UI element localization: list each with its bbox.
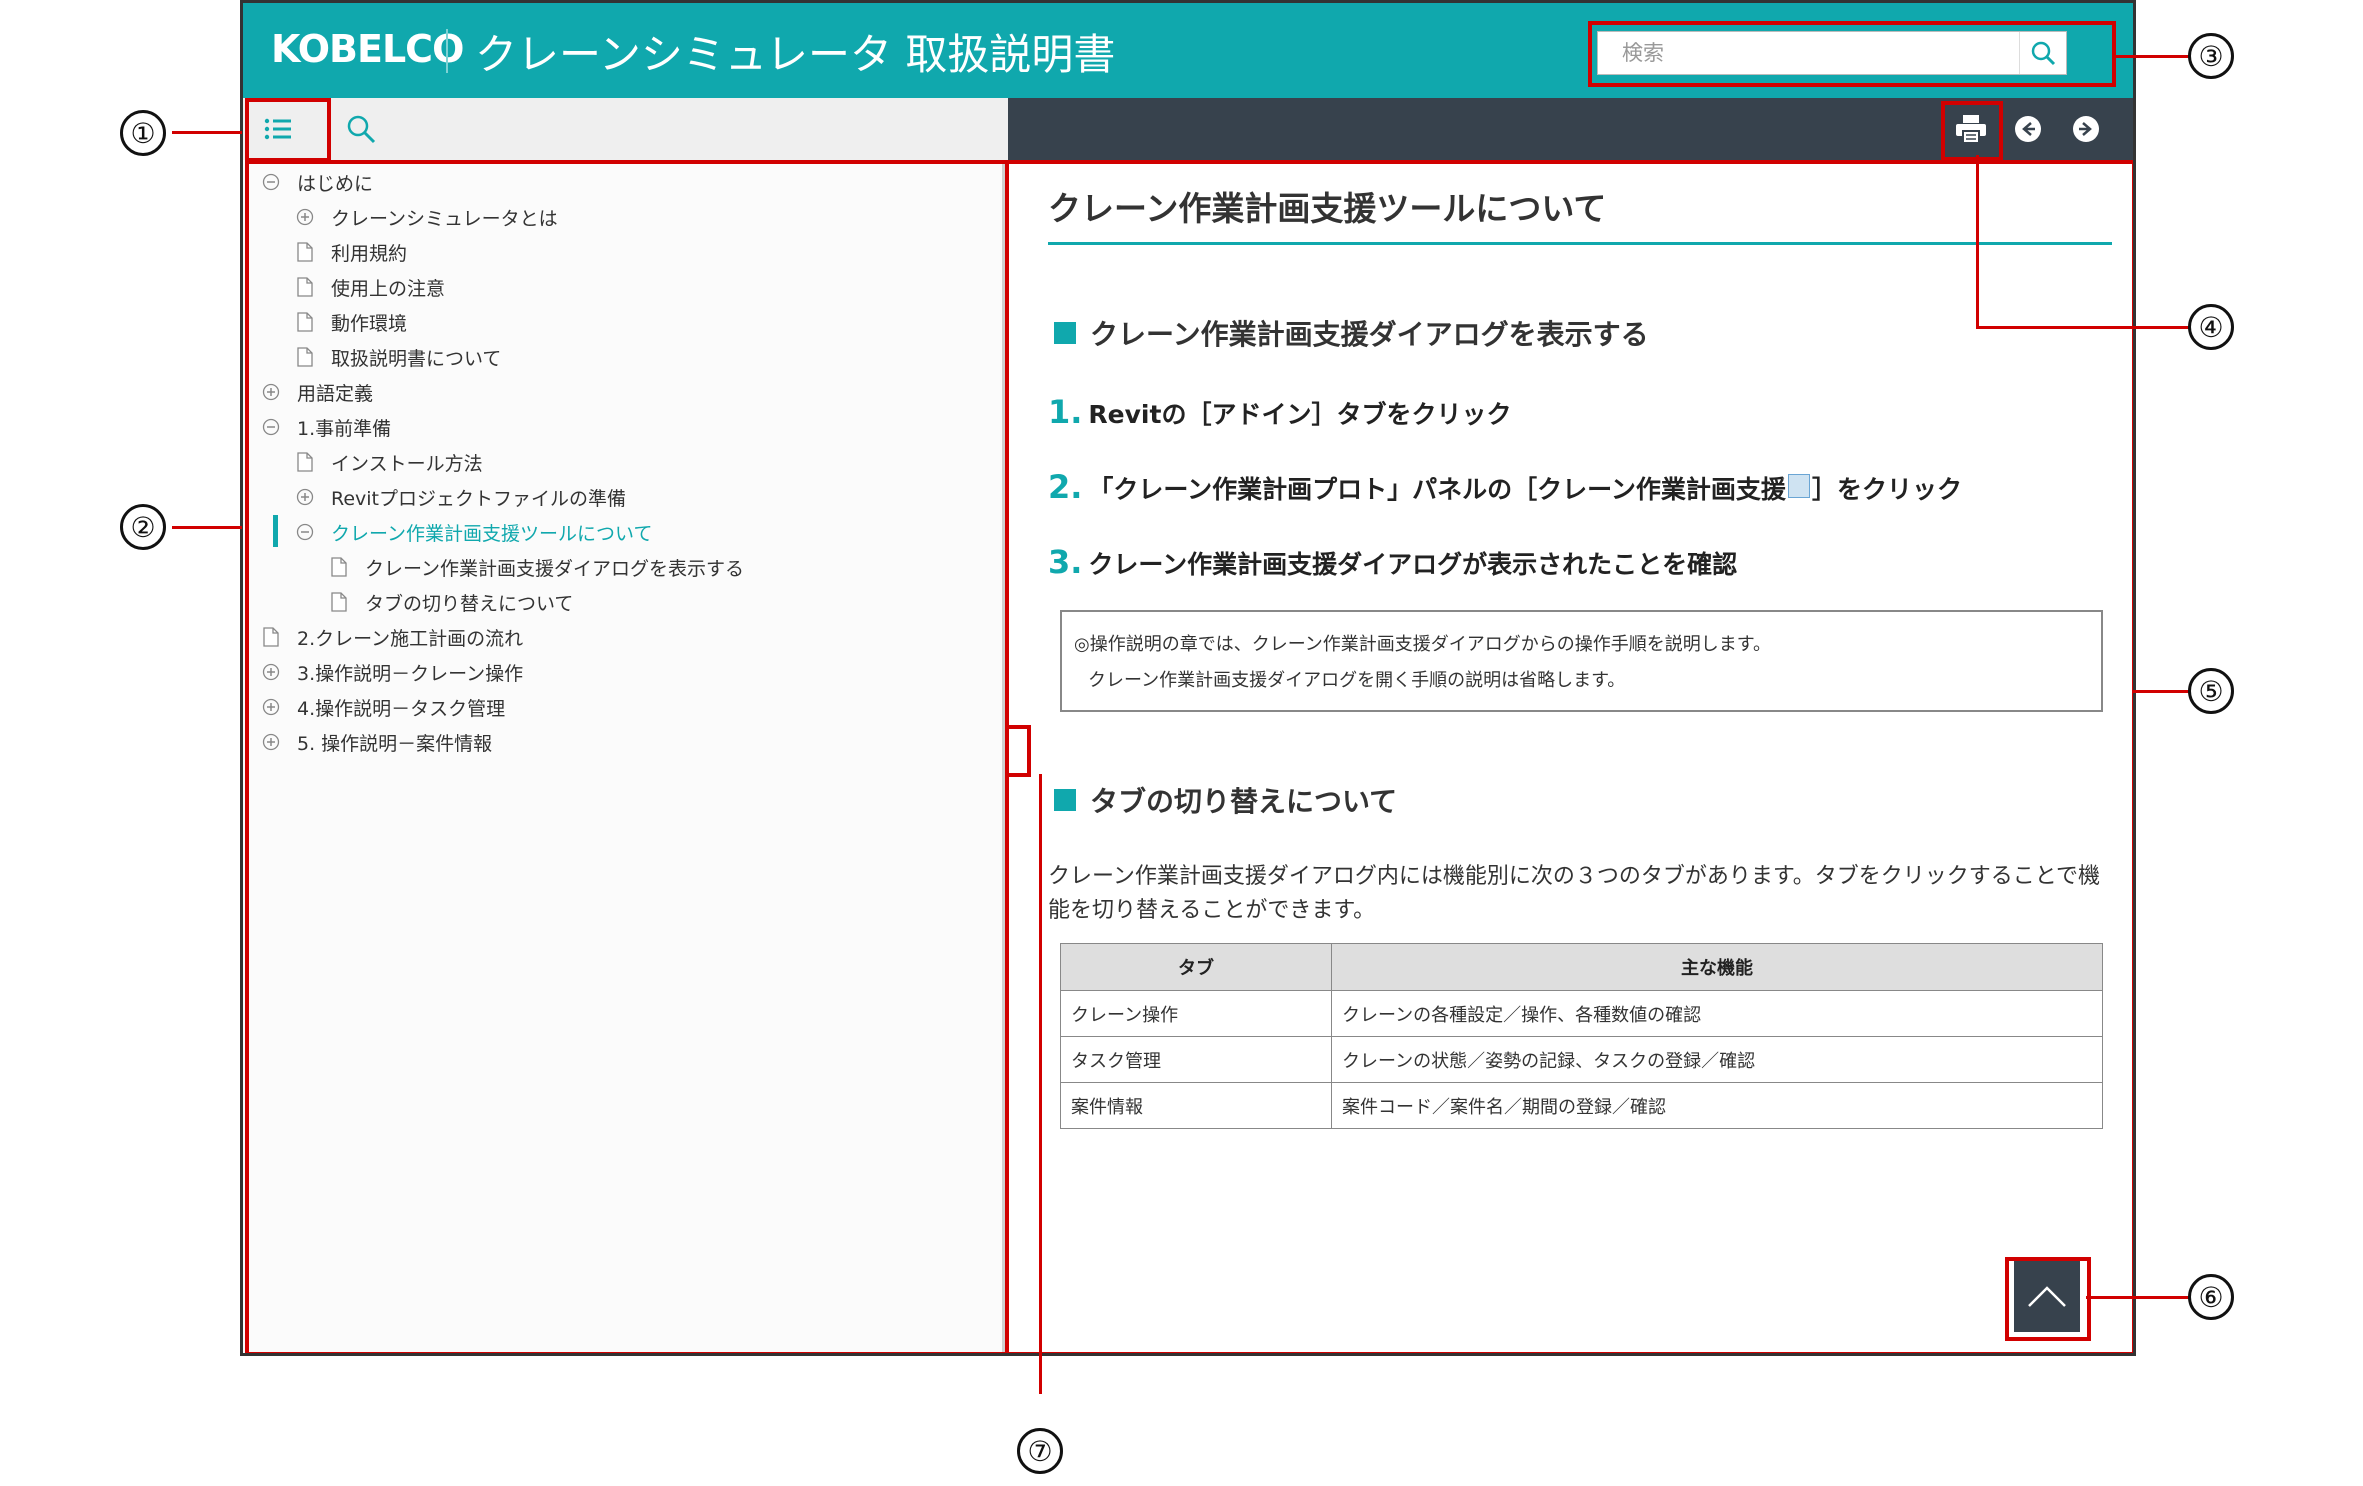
- highlight-back-to-top: [2005, 1257, 2091, 1341]
- highlight-content: [1005, 160, 2133, 1353]
- callout-marker-6: ⑥: [2188, 1274, 2234, 1320]
- search-tab-button[interactable]: [338, 106, 384, 152]
- callout-marker-1: ①: [120, 110, 166, 156]
- arrow-right-circle-icon: [2073, 116, 2099, 142]
- highlight-print: [1941, 101, 2003, 161]
- header-separator: [446, 29, 448, 73]
- highlight-toc-tab: [245, 98, 331, 162]
- highlight-collapse-handle: [1005, 725, 1031, 777]
- arrow-left-circle-icon: [2015, 116, 2041, 142]
- highlight-sidebar: [245, 160, 1009, 1353]
- help-viewer-window: KOBELCO クレーンシミュレータ 取扱説明書 検索 はじめに クレーンシミュ…: [240, 0, 2136, 1356]
- kobelco-logo: KOBELCO: [271, 27, 464, 71]
- callout-marker-2: ②: [120, 504, 166, 550]
- callout-line-2: [172, 526, 242, 529]
- callout-line-5: [2133, 690, 2191, 693]
- callout-line-1: [172, 131, 242, 134]
- callout-marker-5: ⑤: [2188, 668, 2234, 714]
- callout-line-3: [2113, 55, 2191, 58]
- callout-marker-3: ③: [2188, 33, 2234, 79]
- previous-page-button[interactable]: [2010, 111, 2046, 147]
- next-page-button[interactable]: [2068, 111, 2104, 147]
- callout-line-6: [2086, 1296, 2191, 1299]
- callout-marker-4: ④: [2188, 304, 2234, 350]
- sidebar-toolbar: [243, 98, 1008, 160]
- callout-vline-7: [1039, 774, 1042, 1394]
- manual-title: クレーンシミュレータ 取扱説明書: [475, 30, 1116, 79]
- callout-marker-7: ⑦: [1017, 1428, 1063, 1474]
- highlight-search: [1588, 21, 2116, 87]
- callout-vline-4: [1976, 155, 1979, 328]
- search-icon: [347, 115, 376, 144]
- callout-line-4: [1976, 326, 2191, 329]
